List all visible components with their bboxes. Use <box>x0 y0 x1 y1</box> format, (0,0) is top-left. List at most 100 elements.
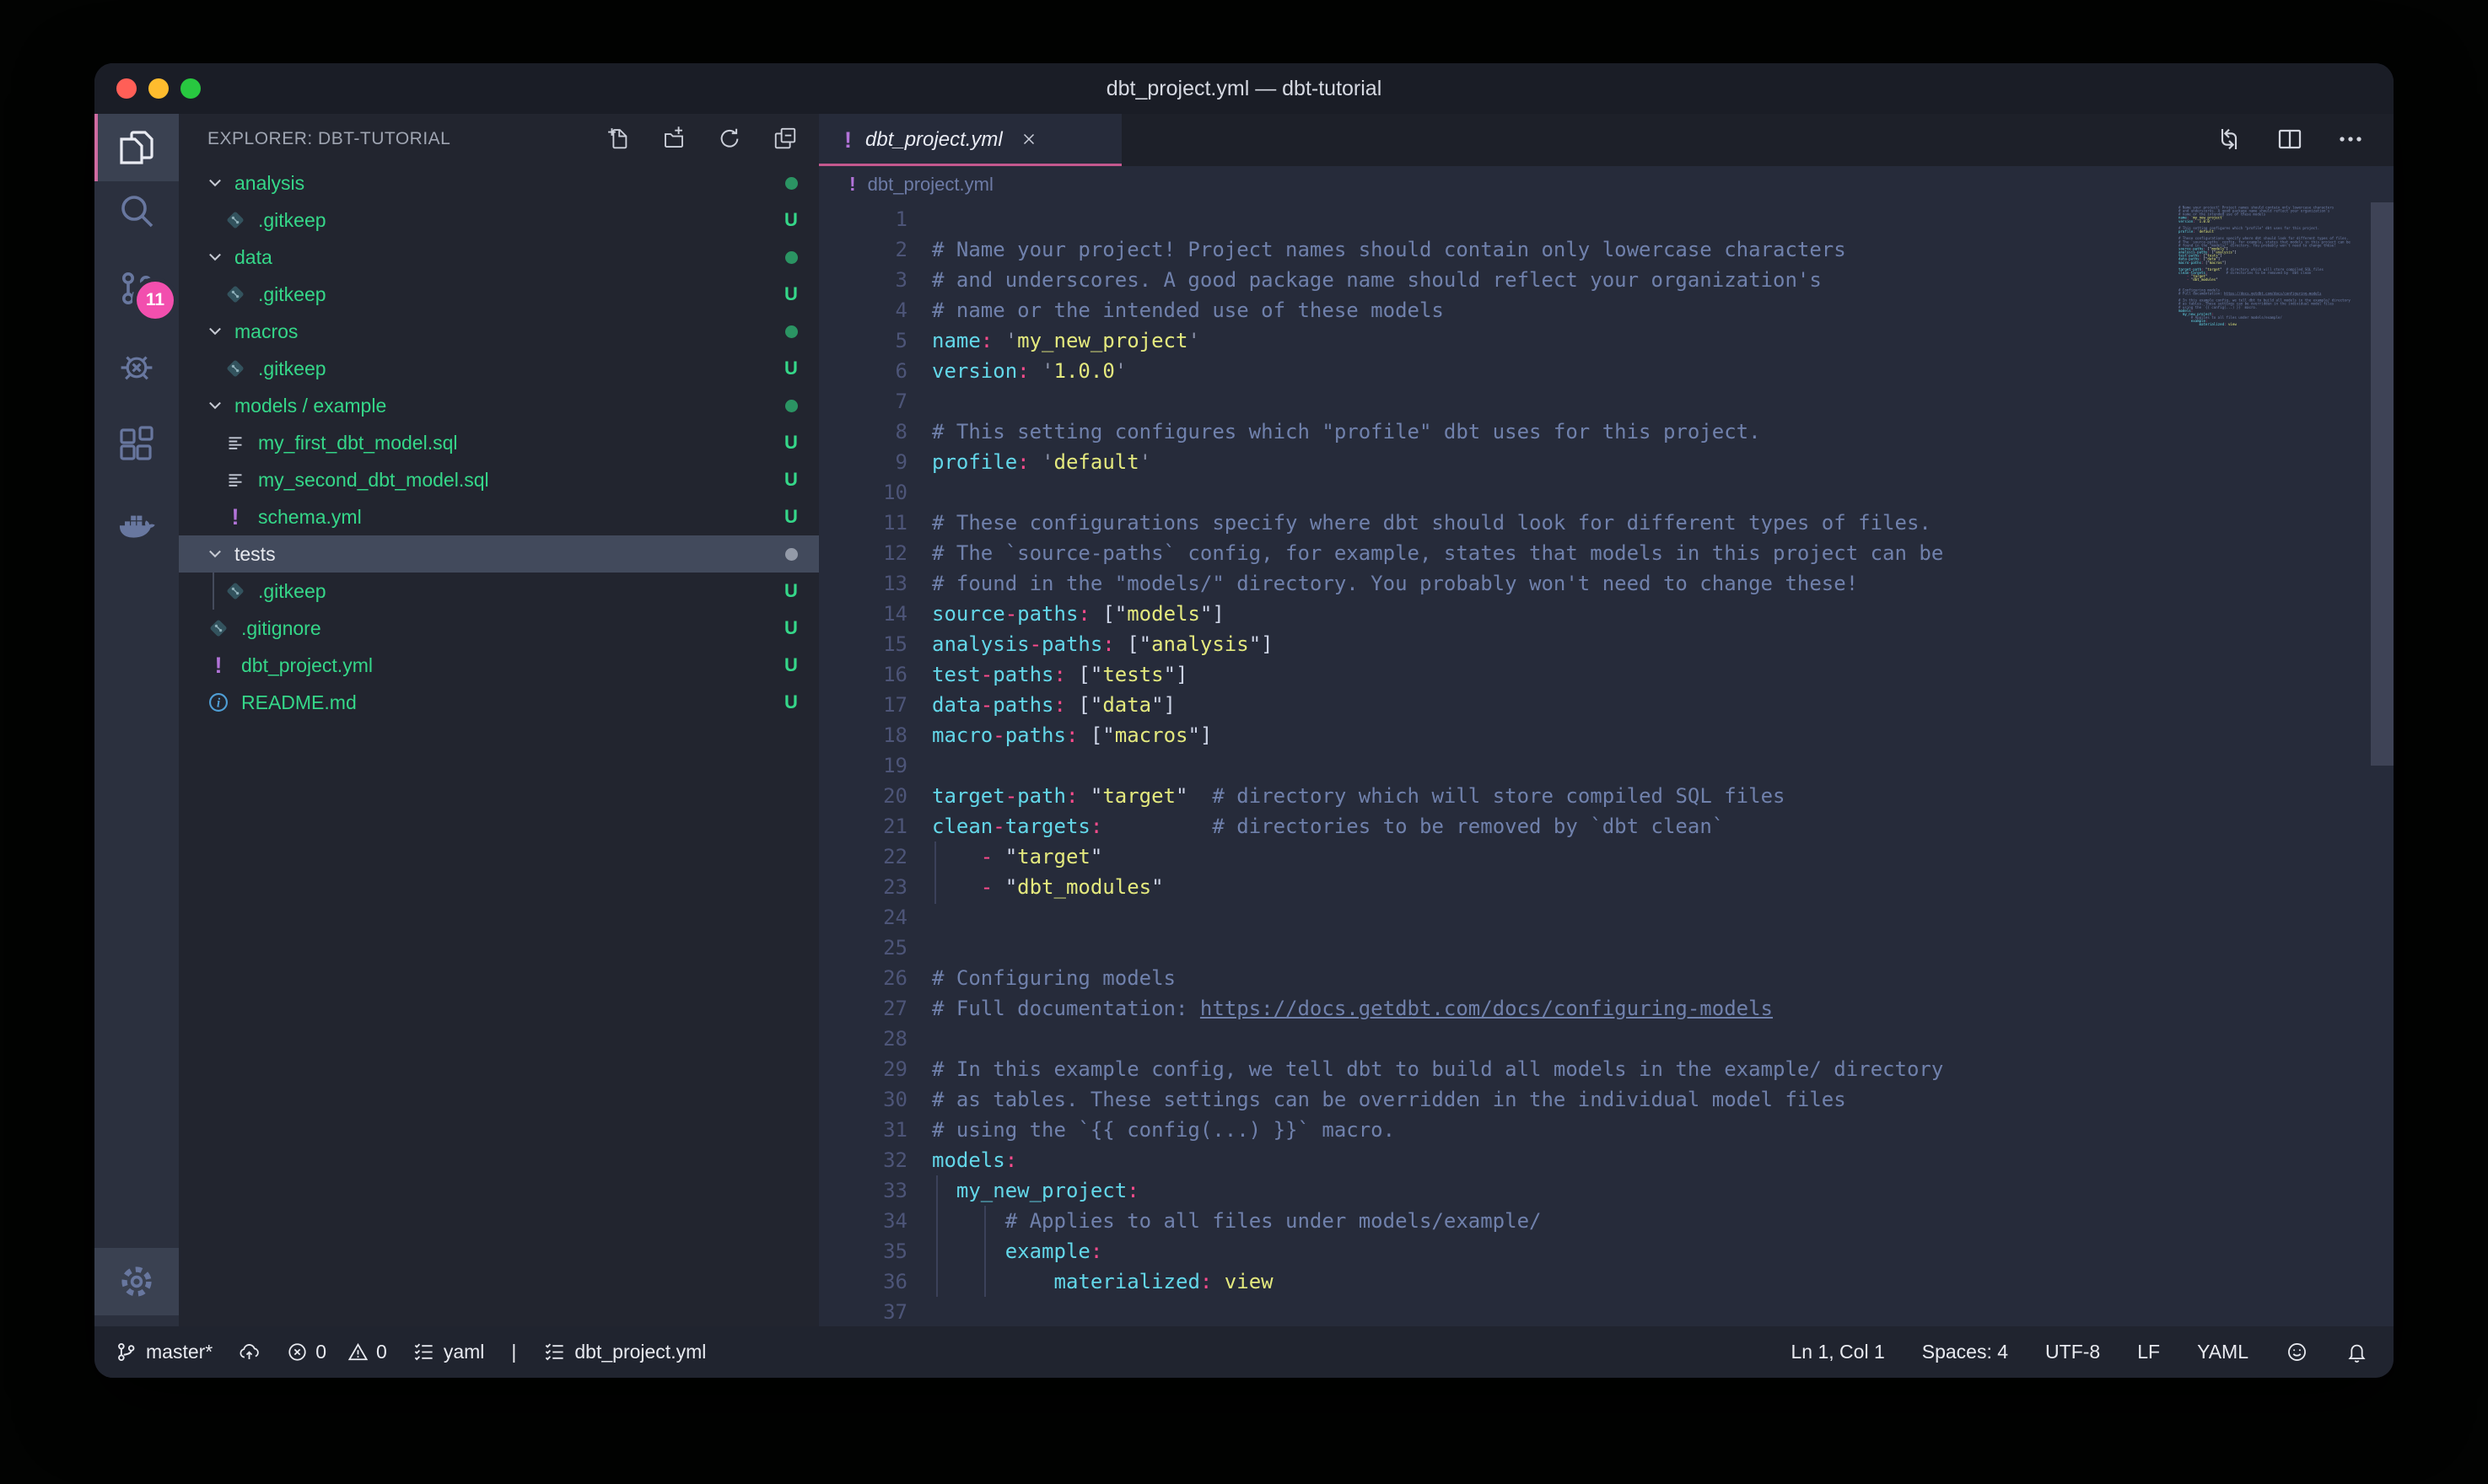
code-line[interactable]: 32models: <box>819 1145 2394 1175</box>
line-number[interactable]: 9 <box>819 447 907 477</box>
code-editor[interactable]: 12# Name your project! Project names sho… <box>819 202 2394 1326</box>
code-line[interactable]: 3# and underscores. A good package name … <box>819 265 2394 295</box>
line-number[interactable]: 22 <box>819 841 907 872</box>
linter-lang-item[interactable]: yaml <box>412 1341 485 1363</box>
line-number[interactable]: 19 <box>819 750 907 781</box>
activity-search[interactable] <box>94 177 179 245</box>
activity-debug[interactable] <box>94 332 179 400</box>
code-line[interactable]: 34 # Applies to all files under models/e… <box>819 1206 2394 1236</box>
code-line[interactable]: 2# Name your project! Project names shou… <box>819 234 2394 265</box>
code-line[interactable]: 22 - "target" <box>819 841 2394 872</box>
tree-folder-models-example[interactable]: models / example <box>179 387 819 424</box>
line-number[interactable]: 35 <box>819 1236 907 1266</box>
split-editor-button[interactable] <box>2275 126 2304 154</box>
code-line[interactable]: 33 my_new_project: <box>819 1175 2394 1206</box>
code-line[interactable]: 5name: 'my_new_project' <box>819 325 2394 356</box>
line-number[interactable]: 18 <box>819 720 907 750</box>
line-number[interactable]: 8 <box>819 417 907 447</box>
activity-settings[interactable] <box>94 1248 179 1315</box>
linter-file-item[interactable]: dbt_project.yml <box>543 1341 706 1363</box>
code-line[interactable]: 11# These configurations specify where d… <box>819 508 2394 538</box>
code-line[interactable]: 21clean-targets: # directories to be rem… <box>819 811 2394 841</box>
git-branch-item[interactable]: master* <box>115 1341 213 1363</box>
line-number[interactable]: 37 <box>819 1297 907 1326</box>
line-number[interactable]: 14 <box>819 599 907 629</box>
code-line[interactable]: 18macro-paths: ["macros"] <box>819 720 2394 750</box>
code-line[interactable]: 1 <box>819 204 2394 234</box>
refresh-explorer-button[interactable] <box>716 126 743 153</box>
line-number[interactable]: 17 <box>819 690 907 720</box>
new-file-button[interactable] <box>605 126 632 153</box>
code-line[interactable]: 29# In this example config, we tell dbt … <box>819 1054 2394 1084</box>
code-line[interactable]: 9profile: 'default' <box>819 447 2394 477</box>
language-mode-item[interactable]: YAML <box>2197 1341 2248 1363</box>
code-line[interactable]: 14source-paths: ["models"] <box>819 599 2394 629</box>
new-folder-button[interactable] <box>660 126 687 153</box>
close-window-button[interactable] <box>116 78 137 99</box>
minimize-window-button[interactable] <box>148 78 169 99</box>
collapse-folders-button[interactable] <box>772 126 799 153</box>
more-actions-button[interactable] <box>2336 126 2365 154</box>
line-number[interactable]: 13 <box>819 568 907 599</box>
code-line[interactable]: 20target-path: "target" # directory whic… <box>819 781 2394 811</box>
code-line[interactable]: 37 <box>819 1297 2394 1326</box>
breadcrumb-file[interactable]: dbt_project.yml <box>868 174 994 196</box>
line-number[interactable]: 16 <box>819 659 907 690</box>
line-number[interactable]: 28 <box>819 1024 907 1054</box>
code-line[interactable]: 30# as tables. These settings can be ove… <box>819 1084 2394 1115</box>
activity-docker[interactable] <box>94 491 179 558</box>
encoding-item[interactable]: UTF-8 <box>2045 1341 2100 1363</box>
line-number[interactable]: 4 <box>819 295 907 325</box>
tree-file-gitkeep[interactable]: .gitkeepU <box>179 350 819 387</box>
code-line[interactable]: 36 materialized: view <box>819 1266 2394 1297</box>
code-line[interactable]: 24 <box>819 902 2394 933</box>
code-line[interactable]: 15analysis-paths: ["analysis"] <box>819 629 2394 659</box>
minimap[interactable]: # Name your project! Project names shoul… <box>2178 202 2371 1326</box>
code-line[interactable]: 26# Configuring models <box>819 963 2394 993</box>
feedback-item[interactable] <box>2286 1341 2308 1363</box>
maximize-window-button[interactable] <box>180 78 201 99</box>
indentation-item[interactable]: Spaces: 4 <box>1922 1341 2008 1363</box>
code-line[interactable]: 8# This setting configures which "profil… <box>819 417 2394 447</box>
code-line[interactable]: 31# using the `{{ config(...) }}` macro. <box>819 1115 2394 1145</box>
tree-file-my-first-dbt-model-sql[interactable]: my_first_dbt_model.sqlU <box>179 424 819 461</box>
line-number[interactable]: 24 <box>819 902 907 933</box>
tree-folder-analysis[interactable]: analysis <box>179 164 819 202</box>
line-number[interactable]: 34 <box>819 1206 907 1236</box>
tree-file-gitkeep[interactable]: .gitkeepU <box>179 573 819 610</box>
line-number[interactable]: 7 <box>819 386 907 417</box>
problems-item[interactable]: 0 0 <box>286 1341 387 1363</box>
tree-folder-data[interactable]: data <box>179 239 819 276</box>
line-number[interactable]: 36 <box>819 1266 907 1297</box>
code-line[interactable]: 6version: '1.0.0' <box>819 356 2394 386</box>
code-line[interactable]: 12# The `source-paths` config, for examp… <box>819 538 2394 568</box>
line-number[interactable]: 2 <box>819 234 907 265</box>
code-line[interactable]: 13# found in the "models/" directory. Yo… <box>819 568 2394 599</box>
tree-file-readme-md[interactable]: iREADME.mdU <box>179 684 819 721</box>
tree-file-dbt-project-yml[interactable]: !dbt_project.ymlU <box>179 647 819 684</box>
line-number[interactable]: 3 <box>819 265 907 295</box>
tree-file-gitkeep[interactable]: .gitkeepU <box>179 276 819 313</box>
tab-dbt-project-yml[interactable]: ! dbt_project.yml <box>819 114 1122 166</box>
code-line[interactable]: 7 <box>819 386 2394 417</box>
activity-extensions[interactable] <box>94 410 179 477</box>
line-number[interactable]: 30 <box>819 1084 907 1115</box>
line-number[interactable]: 1 <box>819 204 907 234</box>
line-number[interactable]: 33 <box>819 1175 907 1206</box>
activity-source-control[interactable]: 11 <box>94 255 179 322</box>
tree-file-gitkeep[interactable]: .gitkeepU <box>179 202 819 239</box>
scrollbar-thumb[interactable] <box>2371 202 2394 766</box>
line-number[interactable]: 20 <box>819 781 907 811</box>
line-number[interactable]: 29 <box>819 1054 907 1084</box>
publish-changes-item[interactable] <box>238 1341 261 1363</box>
line-number[interactable]: 15 <box>819 629 907 659</box>
code-line[interactable]: 4# name or the intended use of these mod… <box>819 295 2394 325</box>
line-number[interactable]: 25 <box>819 933 907 963</box>
line-number[interactable]: 10 <box>819 477 907 508</box>
line-number[interactable]: 6 <box>819 356 907 386</box>
code-line[interactable]: 35 example: <box>819 1236 2394 1266</box>
tree-file-schema-yml[interactable]: !schema.ymlU <box>179 498 819 535</box>
line-number[interactable]: 12 <box>819 538 907 568</box>
line-number[interactable]: 21 <box>819 811 907 841</box>
code-line[interactable]: 10 <box>819 477 2394 508</box>
